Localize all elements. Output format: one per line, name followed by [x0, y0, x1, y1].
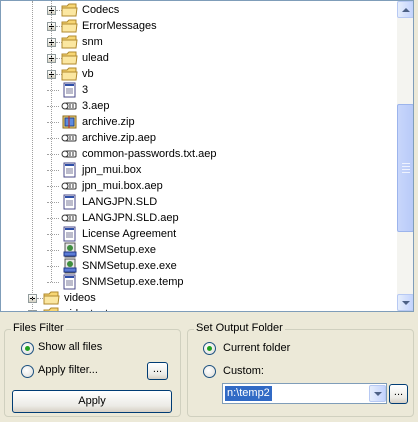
- file-link-icon: [61, 98, 79, 114]
- file-link-icon: [61, 178, 79, 194]
- tree-file-row[interactable]: License Agreement: [1, 226, 396, 242]
- custom-folder-label[interactable]: Custom:: [223, 365, 264, 377]
- file-icon: [61, 226, 79, 242]
- tree-file-row[interactable]: jpn_mui.box: [1, 162, 396, 178]
- tree-file-row[interactable]: SNMSetup.exe.temp: [1, 274, 396, 290]
- show-all-files-label[interactable]: Show all files: [38, 341, 102, 353]
- files-filter-title: Files Filter: [11, 322, 66, 334]
- file-icon: [61, 162, 79, 178]
- apply-filter-label[interactable]: Apply filter...: [38, 364, 98, 376]
- current-folder-radio[interactable]: [203, 342, 216, 355]
- tree-item-label[interactable]: videotest: [64, 306, 108, 311]
- tree-file-row[interactable]: SNMSetup.exe: [1, 242, 396, 258]
- tree-item-label[interactable]: snm: [82, 34, 103, 50]
- tree-folder-row[interactable]: snm: [1, 34, 396, 50]
- file-tree[interactable]: Codecs ErrorMessages snm ulead vb 3 3.aep archi…: [0, 0, 414, 312]
- tree-file-row[interactable]: 3: [1, 82, 396, 98]
- tree-file-row[interactable]: common-passwords.txt.aep: [1, 146, 396, 162]
- folder-icon: [61, 50, 79, 66]
- tree-item-label[interactable]: 3: [82, 82, 88, 98]
- tree-file-row[interactable]: archive.zip: [1, 114, 396, 130]
- tree-item-label[interactable]: LANGJPN.SLD.aep: [82, 210, 179, 226]
- tree-folder-row[interactable]: ErrorMessages: [1, 18, 396, 34]
- filter-browse-button[interactable]: ...: [147, 362, 168, 380]
- vertical-scrollbar[interactable]: [397, 1, 413, 311]
- folder-icon: [61, 66, 79, 82]
- show-all-files-radio[interactable]: [21, 342, 34, 355]
- folder-icon: [61, 18, 79, 34]
- file-link-icon: [61, 146, 79, 162]
- tree-item-label[interactable]: jpn_mui.box.aep: [82, 178, 163, 194]
- tree-item-label[interactable]: ErrorMessages: [82, 18, 157, 34]
- tree-folder-row[interactable]: vb: [1, 66, 396, 82]
- file-icon: [61, 274, 79, 290]
- tree-folder-row[interactable]: Codecs: [1, 2, 396, 18]
- output-folder-title: Set Output Folder: [194, 322, 285, 334]
- tree-file-row[interactable]: 3.aep: [1, 98, 396, 114]
- current-folder-label[interactable]: Current folder: [223, 342, 290, 354]
- dropdown-arrow-icon[interactable]: [369, 385, 386, 402]
- tree-folder-row[interactable]: videos: [1, 290, 396, 306]
- tree-item-label[interactable]: archive.zip.aep: [82, 130, 156, 146]
- scroll-thumb[interactable]: [397, 104, 413, 232]
- tree-item-label[interactable]: jpn_mui.box: [82, 162, 141, 178]
- folder-icon: [61, 34, 79, 50]
- tree-file-row[interactable]: SNMSetup.exe.exe: [1, 258, 396, 274]
- tree-folder-row[interactable]: ulead: [1, 50, 396, 66]
- zip-icon: [61, 114, 79, 130]
- tree-file-row[interactable]: archive.zip.aep: [1, 130, 396, 146]
- output-browse-button[interactable]: ...: [389, 384, 408, 404]
- tree-file-row[interactable]: LANGJPN.SLD: [1, 194, 396, 210]
- exe-icon: [61, 242, 79, 258]
- scroll-down-arrow-icon[interactable]: [397, 294, 413, 311]
- tree-item-label[interactable]: SNMSetup.exe.temp: [82, 274, 184, 290]
- tree-item-label[interactable]: License Agreement: [82, 226, 176, 242]
- tree-item-label[interactable]: archive.zip: [82, 114, 135, 130]
- file-icon: [61, 194, 79, 210]
- tree-item-label[interactable]: vb: [82, 66, 94, 82]
- scroll-up-arrow-icon[interactable]: [397, 1, 413, 18]
- custom-folder-combo[interactable]: n:\temp2: [222, 383, 387, 404]
- exe-icon: [61, 258, 79, 274]
- folder-icon: [43, 290, 61, 306]
- apply-filter-radio[interactable]: [21, 365, 34, 378]
- tree-item-label[interactable]: common-passwords.txt.aep: [82, 146, 217, 162]
- tree-file-row[interactable]: LANGJPN.SLD.aep: [1, 210, 396, 226]
- tree-item-label[interactable]: LANGJPN.SLD: [82, 194, 157, 210]
- apply-button[interactable]: Apply: [12, 390, 172, 413]
- files-filter-group: Files Filter Show all files Apply filter…: [4, 322, 181, 417]
- tree-folder-row[interactable]: videotest: [1, 306, 396, 311]
- folder-icon: [43, 306, 61, 311]
- file-link-icon: [61, 210, 79, 226]
- file-icon: [61, 82, 79, 98]
- file-link-icon: [61, 130, 79, 146]
- tree-item-label[interactable]: 3.aep: [82, 98, 110, 114]
- tree-item-label[interactable]: ulead: [82, 50, 109, 66]
- output-folder-group: Set Output Folder Current folder Custom:…: [187, 322, 414, 417]
- tree-item-label[interactable]: videos: [64, 290, 96, 306]
- tree-item-label[interactable]: SNMSetup.exe: [82, 242, 156, 258]
- custom-folder-radio[interactable]: [203, 365, 216, 378]
- tree-item-label[interactable]: Codecs: [82, 2, 119, 18]
- folder-icon: [61, 2, 79, 18]
- custom-folder-value[interactable]: n:\temp2: [225, 386, 272, 401]
- tree-item-label[interactable]: SNMSetup.exe.exe: [82, 258, 177, 274]
- tree-file-row[interactable]: jpn_mui.box.aep: [1, 178, 396, 194]
